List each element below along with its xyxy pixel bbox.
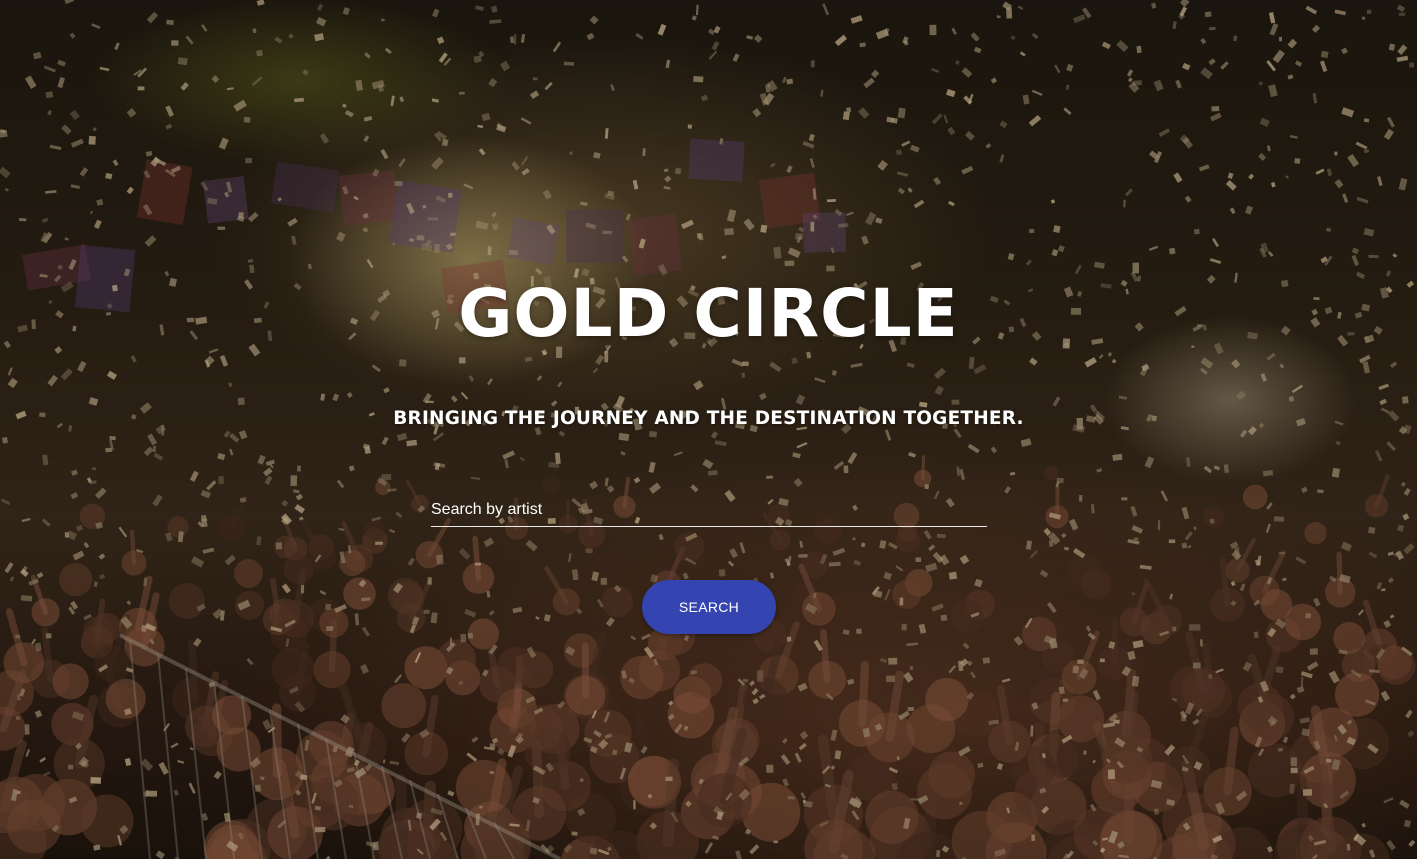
site-tagline: BRINGING THE JOURNEY AND THE DESTINATION… [393,408,1024,429]
hero-content: GOLD CIRCLE BRINGING THE JOURNEY AND THE… [0,0,1417,859]
search-button[interactable]: SEARCH [642,580,776,634]
search-field [431,495,987,527]
hero-section: GOLD CIRCLE BRINGING THE JOURNEY AND THE… [0,0,1417,859]
search-input[interactable] [431,495,987,525]
site-title: GOLD CIRCLE [458,275,959,352]
